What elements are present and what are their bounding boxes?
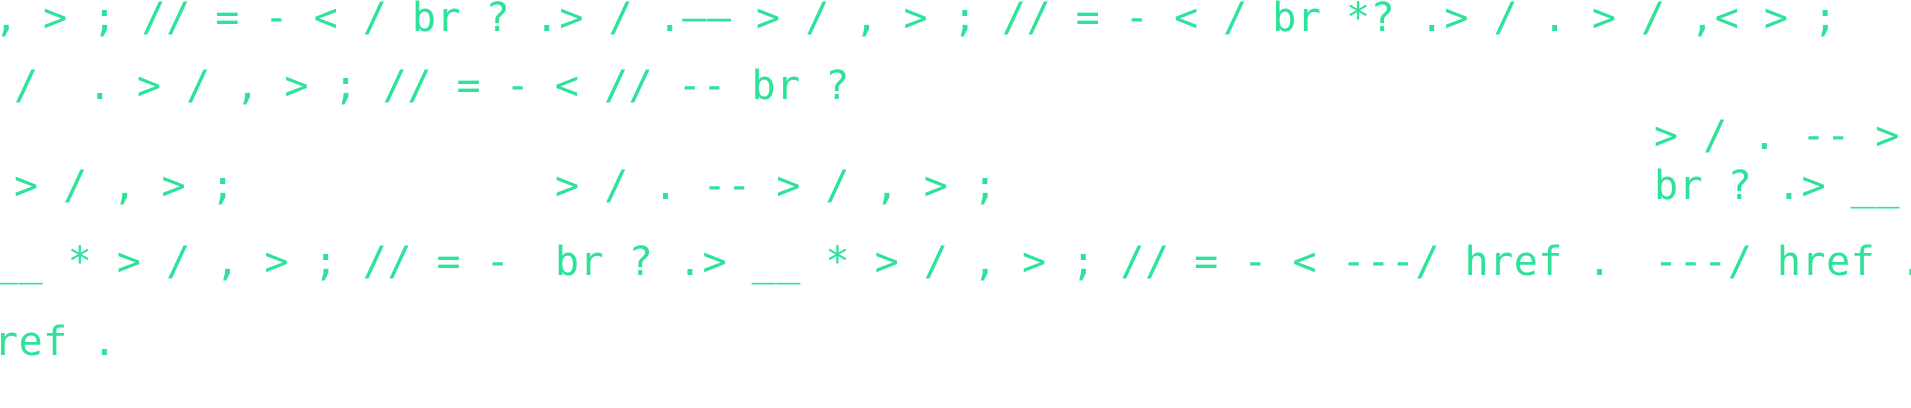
text-line-5: > / . -- > / , > ;	[555, 163, 998, 209]
text-line-1: , > ; // = - < / br ? .> / .—— > / , > ;…	[0, 0, 1838, 41]
text-line-8: br ? .> __ * > / , > ; // = - < ---/ hre…	[555, 239, 1613, 285]
text-line-9: ---/ href .	[1654, 239, 1911, 285]
text-line-3: > / . -- >	[1654, 113, 1900, 159]
text-line-10: ref .	[0, 319, 117, 365]
text-line-2: / . > / , > ; // = - < // -- br ?	[14, 63, 850, 109]
symbol-text-canvas: , > ; // = - < / br ? .> / .—— > / , > ;…	[0, 0, 1911, 408]
text-line-6: br ? .> __	[1654, 163, 1900, 209]
text-line-4: > / , > ;	[14, 163, 236, 209]
text-line-7: __ * > / , > ; // = -	[0, 239, 511, 285]
